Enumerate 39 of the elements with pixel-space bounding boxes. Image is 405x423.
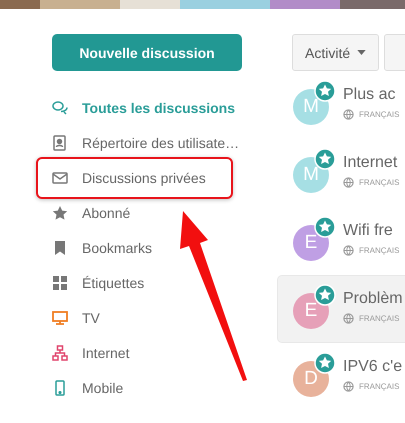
- discussion-title[interactable]: IPV6 c'e: [343, 356, 402, 378]
- star-icon: [52, 204, 68, 220]
- language-tag: FRANÇAIS: [359, 246, 400, 255]
- contact-card-icon: [52, 134, 68, 150]
- sidebar-item[interactable]: Discussions privées: [36, 157, 233, 199]
- monitor-icon: [52, 310, 68, 326]
- sidebar-item[interactable]: Bookmarks: [52, 230, 277, 265]
- language-tag: FRANÇAIS: [359, 314, 400, 323]
- language-tag: FRANÇAIS: [359, 178, 400, 187]
- sidebar-item[interactable]: Répertoire des utilisate…: [52, 125, 277, 160]
- bookmark-icon: [52, 240, 68, 256]
- sidebar-item[interactable]: Étiquettes: [52, 265, 277, 300]
- sidebar-item[interactable]: Toutes les discussions: [52, 90, 277, 125]
- discussion-row[interactable]: M Internet FRANÇAIS: [277, 139, 405, 207]
- globe-icon: [343, 245, 354, 256]
- new-discussion-button[interactable]: Nouvelle discussion: [52, 34, 242, 71]
- discussion-row[interactable]: D IPV6 c'e FRANÇAIS: [277, 343, 405, 411]
- discussion-title[interactable]: Plus ac: [343, 84, 400, 106]
- sidebar-item[interactable]: TV: [52, 300, 277, 335]
- sidebar-item[interactable]: Internet: [52, 335, 277, 370]
- globe-icon: [343, 381, 354, 392]
- globe-icon: [343, 313, 354, 324]
- caret-icon: [357, 50, 366, 55]
- language-tag: FRANÇAIS: [359, 110, 400, 119]
- language-tag: FRANÇAIS: [359, 382, 400, 391]
- discussion-title[interactable]: Wifi fre: [343, 220, 400, 242]
- discussion-row[interactable]: M Plus ac FRANÇAIS: [277, 71, 405, 139]
- envelope-icon: [52, 170, 68, 186]
- discussion-row[interactable]: E Wifi fre FRANÇAIS: [277, 207, 405, 275]
- discussion-row[interactable]: E Problèm FRANÇAIS: [277, 275, 405, 343]
- globe-icon: [343, 109, 354, 120]
- discussion-title[interactable]: Problèm: [343, 288, 403, 310]
- chat-icon: [52, 100, 68, 116]
- grid-icon: [52, 274, 68, 290]
- sort-dropdown[interactable]: Activité: [292, 34, 380, 71]
- discussion-title[interactable]: Internet: [343, 152, 400, 174]
- sidebar-item[interactable]: Mobile: [52, 370, 277, 405]
- network-icon: [52, 344, 68, 360]
- globe-icon: [343, 177, 354, 188]
